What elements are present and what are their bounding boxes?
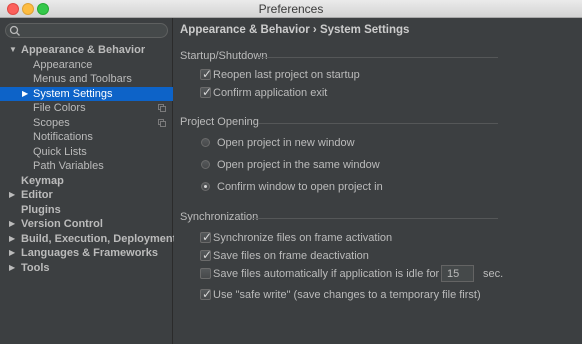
section-title-synchronization: Synchronization	[180, 211, 259, 223]
checkmark-icon: ✓	[202, 230, 213, 244]
tree-item-label: Keymap	[21, 174, 64, 187]
search-input[interactable]	[5, 23, 168, 38]
tree-item-label: Build, Execution, Deployment	[21, 232, 177, 245]
tree-item-label: Menus and Toolbars	[33, 73, 132, 85]
radio-button[interactable]	[201, 160, 210, 169]
project-settings-icon	[158, 104, 166, 112]
tree-item-label: System Settings	[33, 87, 113, 100]
tree-item-build-execution-deployment[interactable]: ▶ Build, Execution, Deployment	[0, 232, 177, 247]
idle-seconds-input[interactable]	[441, 265, 474, 282]
tree-item-label: Path Variables	[33, 160, 104, 172]
collapsed-arrow-icon[interactable]: ▶	[9, 246, 15, 261]
tree-item-version-control[interactable]: ▶ Version Control	[0, 217, 173, 232]
checkbox-label: Save files automatically if application …	[213, 268, 440, 280]
tree-item-label: Quick Lists	[33, 145, 87, 158]
checkbox-label: Reopen last project on startup	[213, 69, 360, 81]
section-divider	[252, 218, 498, 219]
tree-item-keymap[interactable]: Keymap	[0, 174, 173, 189]
checkmark-icon: ✓	[202, 287, 213, 301]
expanded-arrow-icon[interactable]: ▼	[9, 43, 17, 58]
settings-panel: Appearance & Behavior › System Settings …	[174, 18, 582, 344]
tree-item-appearance-behavior[interactable]: ▼ Appearance & Behavior	[0, 43, 173, 58]
collapsed-arrow-icon[interactable]: ▶	[22, 87, 28, 102]
settings-tree: ▼ Appearance & Behavior Appearance Menus…	[0, 43, 177, 276]
collapsed-arrow-icon[interactable]: ▶	[9, 217, 15, 232]
checkbox[interactable]: ✓	[200, 287, 213, 301]
radio-button-selected[interactable]	[201, 182, 210, 191]
tree-item-languages-frameworks[interactable]: ▶ Languages & Frameworks	[0, 246, 173, 261]
breadcrumb: Appearance & Behavior › System Settings	[180, 24, 410, 36]
tree-item-system-settings[interactable]: ▶ System Settings	[0, 86, 173, 102]
project-settings-icon	[158, 118, 166, 127]
checkmark-icon: ✓	[202, 85, 213, 99]
checkmark-icon: ✓	[202, 248, 213, 262]
checkmark-icon: ✓	[202, 67, 213, 81]
tree-item-label: Tools	[21, 261, 50, 274]
title-bar: Preferences	[0, 0, 582, 18]
checkbox-label: Synchronize files on frame activation	[213, 232, 393, 244]
checkbox[interactable]: ✓	[200, 230, 213, 244]
checkbox[interactable]: ✓	[200, 248, 213, 262]
idle-unit-label: sec.	[483, 268, 504, 280]
collapsed-arrow-icon[interactable]: ▶	[9, 232, 15, 247]
tree-item-appearance[interactable]: Appearance	[0, 58, 173, 73]
tree-item-label: Editor	[21, 189, 53, 201]
checkbox-label: Save files on frame deactivation	[213, 250, 369, 262]
tree-item-plugins[interactable]: Plugins	[0, 203, 173, 218]
collapsed-arrow-icon[interactable]: ▶	[9, 188, 15, 203]
window-title: Preferences	[258, 2, 324, 16]
radio-label: Open project in new window	[217, 137, 355, 149]
radio-button[interactable]	[201, 138, 210, 147]
tree-item-label: Languages & Frameworks	[21, 247, 158, 259]
tree-item-label: Notifications	[33, 131, 93, 143]
tree-item-file-colors[interactable]: File Colors	[0, 101, 173, 116]
collapsed-arrow-icon[interactable]: ▶	[9, 261, 15, 276]
tree-item-notifications[interactable]: Notifications	[0, 130, 173, 145]
tree-item-quick-lists[interactable]: Quick Lists	[0, 145, 173, 160]
checkbox[interactable]: ✓	[200, 67, 213, 81]
tree-item-tools[interactable]: ▶ Tools	[0, 261, 173, 276]
tree-item-editor[interactable]: ▶ Editor	[0, 188, 173, 203]
tree-item-label: Version Control	[21, 218, 103, 230]
tree-item-label: File Colors	[33, 102, 86, 114]
checkbox-label: Confirm application exit	[213, 87, 328, 99]
section-title-startup: Startup/Shutdown	[180, 50, 268, 62]
radio-label: Confirm window to open project in	[217, 181, 383, 193]
checkbox[interactable]	[200, 268, 211, 279]
checkbox-label: Use "safe write" (save changes to a temp…	[213, 289, 481, 301]
section-divider	[258, 57, 498, 58]
section-divider	[258, 123, 498, 124]
tree-item-label: Plugins	[21, 203, 61, 216]
checkbox[interactable]: ✓	[200, 85, 213, 99]
section-title-project-opening: Project Opening	[180, 116, 259, 128]
tree-item-label: Appearance	[33, 58, 93, 71]
tree-item-scopes[interactable]: Scopes	[0, 116, 173, 131]
tree-item-menus-toolbars[interactable]: Menus and Toolbars	[0, 72, 173, 87]
tree-item-label: Appearance & Behavior	[21, 44, 146, 56]
tree-item-path-variables[interactable]: Path Variables	[0, 159, 173, 174]
radio-label: Open project in the same window	[217, 159, 380, 171]
tree-item-label: Scopes	[33, 116, 70, 129]
settings-sidebar: ▼ Appearance & Behavior Appearance Menus…	[0, 18, 177, 344]
radio-dot-icon	[204, 185, 207, 188]
